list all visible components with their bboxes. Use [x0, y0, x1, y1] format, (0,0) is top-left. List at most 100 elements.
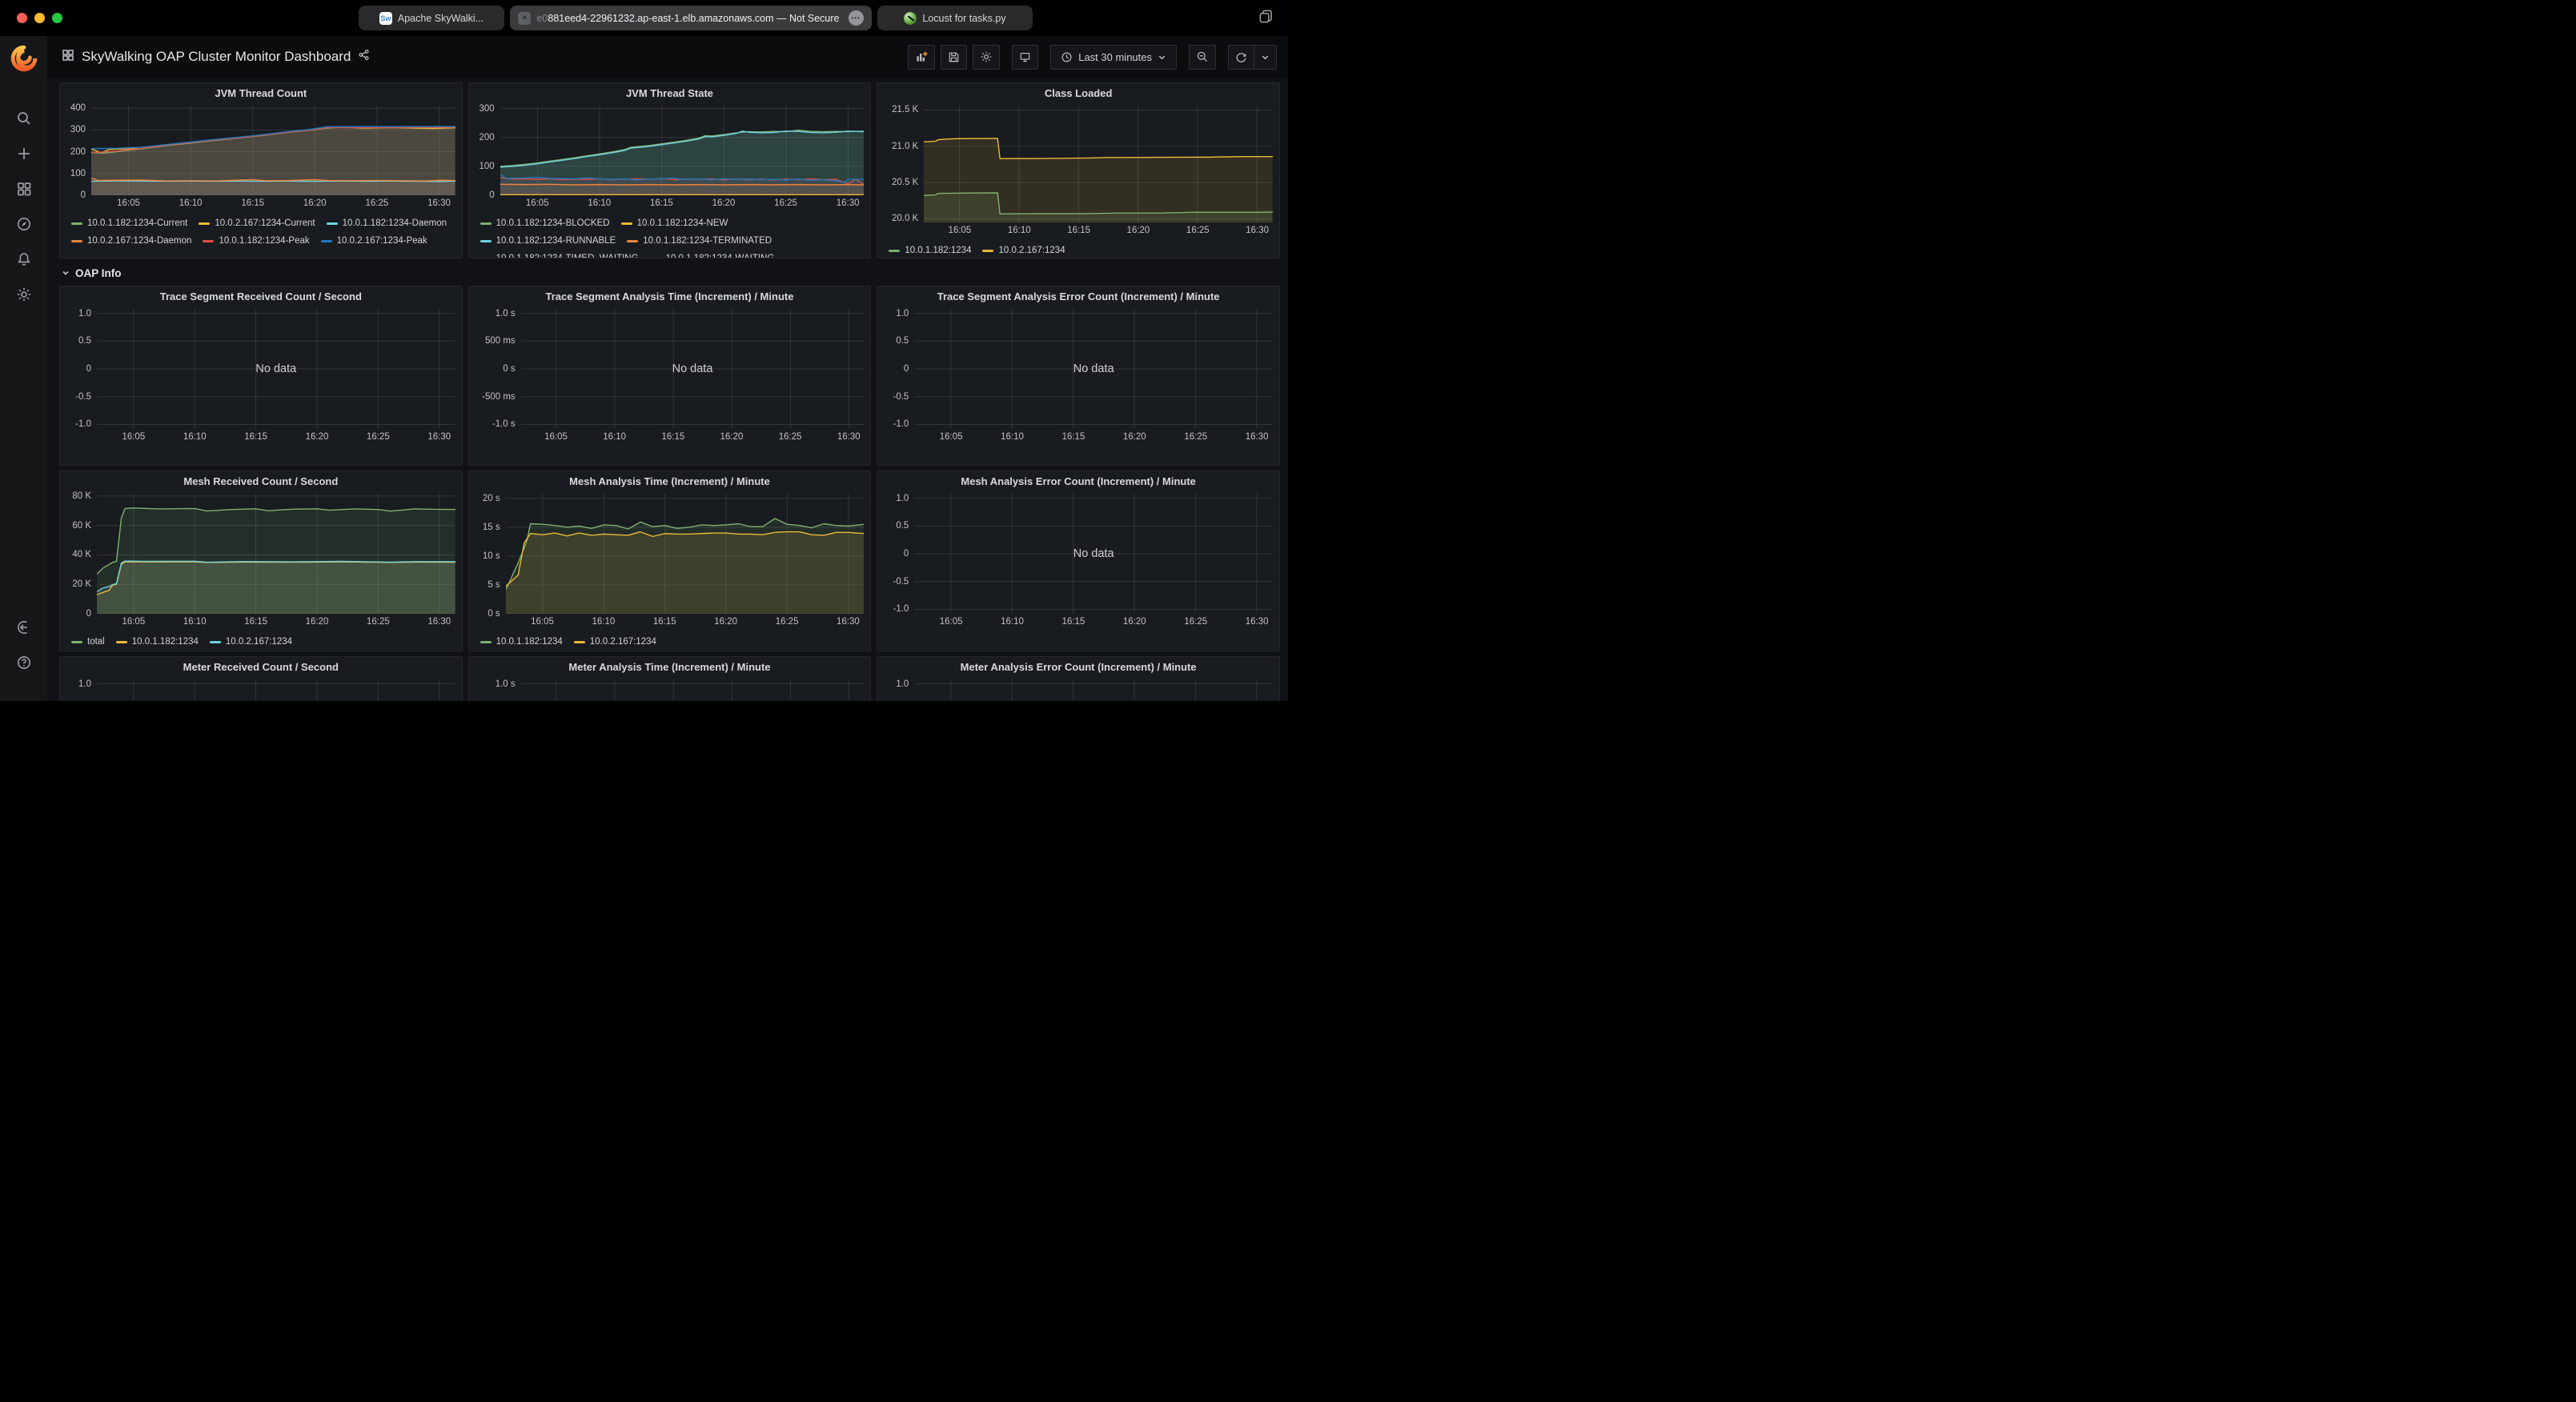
series-color-marker [574, 641, 585, 643]
grafana-logo[interactable] [10, 45, 38, 72]
panel-title[interactable]: Mesh Received Count / Second [60, 471, 462, 492]
legend-item[interactable]: 10.0.1.182:1234-Current [71, 214, 187, 232]
close-tab-icon[interactable]: ✕ [518, 12, 531, 25]
panel-title[interactable]: Meter Received Count / Second [60, 657, 462, 678]
series-color-marker [480, 222, 492, 225]
tab-title: Locust for tasks.py [922, 13, 1005, 24]
timeseries-chart[interactable]: 020 K40 K60 K80 K16:0516:1016:1516:2016:… [60, 492, 462, 651]
legend: total 10.0.1.182:1234 10.0.2.167:1234 [63, 631, 455, 651]
panel-title[interactable]: JVM Thread Count [60, 83, 462, 104]
minimize-window-button[interactable] [34, 13, 45, 23]
legend-item[interactable]: 10.0.2.167:1234 [210, 633, 292, 651]
refresh-button[interactable] [1228, 45, 1254, 70]
chevron-down-icon [1261, 53, 1270, 62]
panel-title[interactable]: JVM Thread State [469, 83, 871, 104]
panel-title[interactable]: Class Loaded [877, 83, 1279, 104]
timeseries-chart[interactable]: 1.0 s500 ms0 s-500 ms-1.0 sNo data16:051… [469, 307, 871, 446]
legend-item[interactable]: 10.0.1.182:1234-BLOCKED [480, 214, 610, 232]
dashboard-grid-icon [62, 49, 74, 66]
x-axis-tick: 16:15 [1067, 226, 1090, 235]
y-axis-tick: 1.0 s [496, 309, 516, 318]
sign-in-icon[interactable] [16, 619, 32, 635]
share-icon[interactable] [358, 49, 370, 65]
clock-icon [1061, 51, 1073, 63]
x-axis-tick: 16:10 [592, 617, 615, 627]
timeseries-chart[interactable]: 1.00.50-0.5-1.0No data16:0516:1016:1516:… [877, 678, 1279, 701]
panel-title[interactable]: Trace Segment Received Count / Second [60, 286, 462, 307]
legend-item[interactable]: 10.0.1.182:1234-WAITING [650, 250, 775, 258]
timeseries-chart[interactable]: 1.00.50-0.5-1.0No data16:0516:1016:1516:… [60, 307, 462, 446]
dashboard-settings-button[interactable] [973, 45, 1000, 70]
timeseries-chart[interactable]: 1.00.50-0.5-1.0No data16:0516:1016:1516:… [60, 678, 462, 701]
x-axis-tick: 16:15 [244, 617, 267, 627]
timeseries-chart[interactable]: 20.0 K20.5 K21.0 K21.5 K16:0516:1016:151… [877, 104, 1279, 258]
add-panel-button[interactable] [908, 45, 935, 70]
configuration-gear-icon[interactable] [16, 286, 32, 302]
legend-item[interactable]: 10.0.1.182:1234 [480, 633, 563, 651]
legend-item[interactable]: 10.0.1.182:1234-NEW [621, 214, 728, 232]
x-axis-tick: 16:15 [241, 198, 264, 208]
tab-active-dashboard[interactable]: ✕ e0881eed4-22961232.ap-east-1.elb.amazo… [510, 6, 872, 30]
legend-item[interactable]: 10.0.1.182:1234-TIMED_WAITING [480, 250, 639, 258]
legend-item[interactable]: 10.0.1.182:1234-Peak [203, 232, 309, 250]
save-dashboard-button[interactable] [941, 45, 967, 70]
explore-compass-icon[interactable] [16, 216, 32, 232]
legend-item[interactable]: 10.0.2.167:1234-Current [199, 214, 315, 232]
y-axis-tick: 200 [479, 133, 494, 142]
zoom-window-button[interactable] [52, 13, 62, 23]
tab-overview-icon[interactable] [1258, 9, 1274, 28]
zoom-out-time-button[interactable] [1189, 45, 1216, 70]
dashboards-icon[interactable] [16, 181, 32, 197]
create-plus-icon[interactable] [16, 146, 32, 162]
y-axis-tick: 0.5 [896, 336, 909, 346]
timeseries-chart[interactable]: 010020030040016:0516:1016:1516:2016:2516… [60, 104, 462, 250]
help-icon[interactable] [16, 655, 32, 671]
panel-title[interactable]: Trace Segment Analysis Error Count (Incr… [877, 286, 1279, 307]
x-axis-tick: 16:15 [244, 432, 267, 442]
panel-title[interactable]: Meter Analysis Error Count (Increment) /… [877, 657, 1279, 678]
x-axis-tick: 16:25 [367, 617, 390, 627]
dashboard-content: JVM Thread Count 010020030040016:0516:10… [47, 78, 1288, 701]
legend: 10.0.1.182:1234 10.0.2.167:1234 [472, 631, 865, 651]
legend-item[interactable]: 10.0.1.182:1234-TERMINATED [627, 232, 772, 250]
timeseries-chart[interactable]: 0 s5 s10 s15 s20 s16:0516:1016:1516:2016… [469, 492, 871, 651]
legend-item[interactable]: 10.0.1.182:1234-Daemon [327, 214, 447, 232]
legend-item[interactable]: total [71, 633, 105, 651]
timeseries-chart[interactable]: 010020030016:0516:1016:1516:2016:2516:30… [469, 104, 871, 258]
cycle-view-tv-button[interactable] [1012, 45, 1038, 70]
tab-options-icon[interactable] [849, 10, 864, 26]
panel-title[interactable]: Mesh Analysis Time (Increment) / Minute [469, 471, 871, 492]
legend: 10.0.1.182:1234-Current 10.0.2.167:1234-C… [63, 212, 455, 250]
tab-locust[interactable]: Locust for tasks.py [877, 6, 1033, 30]
alerting-bell-icon[interactable] [16, 251, 32, 267]
y-axis-tick: 0 [86, 364, 91, 374]
timeseries-chart[interactable]: 1.00.50-0.5-1.0No data16:0516:1016:1516:… [877, 492, 1279, 631]
series-color-marker [480, 641, 492, 643]
legend-item[interactable]: 10.0.1.182:1234-RUNNABLE [480, 232, 616, 250]
no-data-label: No data [914, 309, 1273, 429]
legend-item[interactable]: 10.0.1.182:1234 [116, 633, 199, 651]
refresh-interval-dropdown[interactable] [1254, 45, 1277, 70]
legend-item[interactable]: 10.0.2.167:1234-Peak [321, 232, 427, 250]
panel-title[interactable]: Mesh Analysis Error Count (Increment) / … [877, 471, 1279, 492]
legend-item[interactable]: 10.0.2.167:1234 [574, 633, 656, 651]
section-title: OAP Info [75, 267, 122, 279]
panel-title[interactable]: Trace Segment Analysis Time (Increment) … [469, 286, 871, 307]
timeseries-chart[interactable]: 1.0 s500 ms0 s-500 ms-1.0 sNo data16:051… [469, 678, 871, 701]
search-icon[interactable] [16, 110, 32, 126]
series-color-marker [71, 222, 82, 225]
y-axis-tick: 1.0 s [496, 679, 516, 689]
timeseries-chart[interactable]: 1.00.50-0.5-1.0No data16:0516:1016:1516:… [877, 307, 1279, 446]
time-range-picker[interactable]: Last 30 minutes [1050, 45, 1177, 70]
legend-item[interactable]: 10.0.2.167:1234-Daemon [71, 232, 191, 250]
close-window-button[interactable] [17, 13, 27, 23]
x-axis-tick: 16:20 [1123, 432, 1146, 442]
panel-title[interactable]: Meter Analysis Time (Increment) / Minute [469, 657, 871, 678]
series-color-marker [210, 641, 221, 643]
legend-item[interactable]: 10.0.2.167:1234 [982, 242, 1065, 258]
legend-item[interactable]: 10.0.1.182:1234 [889, 242, 971, 258]
panel-meter-received: Meter Received Count / Second 1.00.50-0.… [59, 656, 463, 701]
no-data-label: No data [97, 309, 455, 429]
row-oap-info[interactable]: OAP Info [61, 263, 1280, 282]
tab-apache-skywalking[interactable]: Sw Apache SkyWalki... [359, 6, 504, 30]
